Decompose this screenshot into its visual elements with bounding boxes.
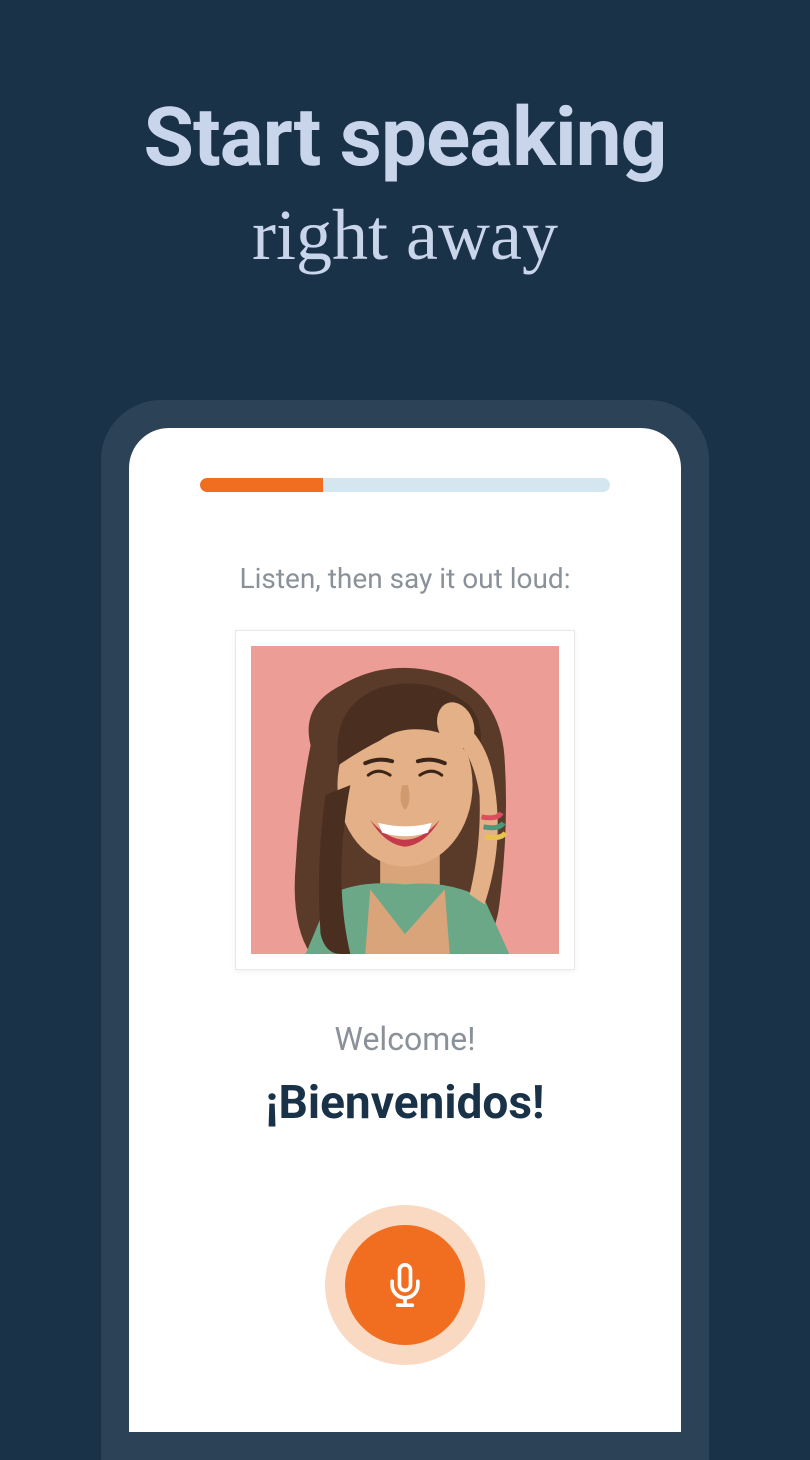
phone-screen: Listen, then say it out loud:	[129, 428, 681, 1432]
translation-label: Welcome!	[335, 1020, 476, 1058]
headline-line-1: Start speaking	[0, 90, 810, 186]
lesson-progress-fill	[200, 478, 323, 492]
mic-button[interactable]	[345, 1225, 465, 1345]
phone-frame: Listen, then say it out loud:	[101, 400, 709, 1460]
lesson-progress-bar	[200, 478, 610, 492]
headline-line-2: right away	[0, 194, 810, 277]
microphone-icon	[383, 1263, 427, 1307]
prompt-photo-card	[235, 630, 575, 970]
promo-headline: Start speaking right away	[0, 0, 810, 277]
target-phrase: ¡Bienvenidos!	[266, 1076, 545, 1130]
mic-button-halo	[325, 1205, 485, 1365]
prompt-photo	[251, 646, 559, 954]
lesson-instruction: Listen, then say it out loud:	[240, 562, 571, 595]
